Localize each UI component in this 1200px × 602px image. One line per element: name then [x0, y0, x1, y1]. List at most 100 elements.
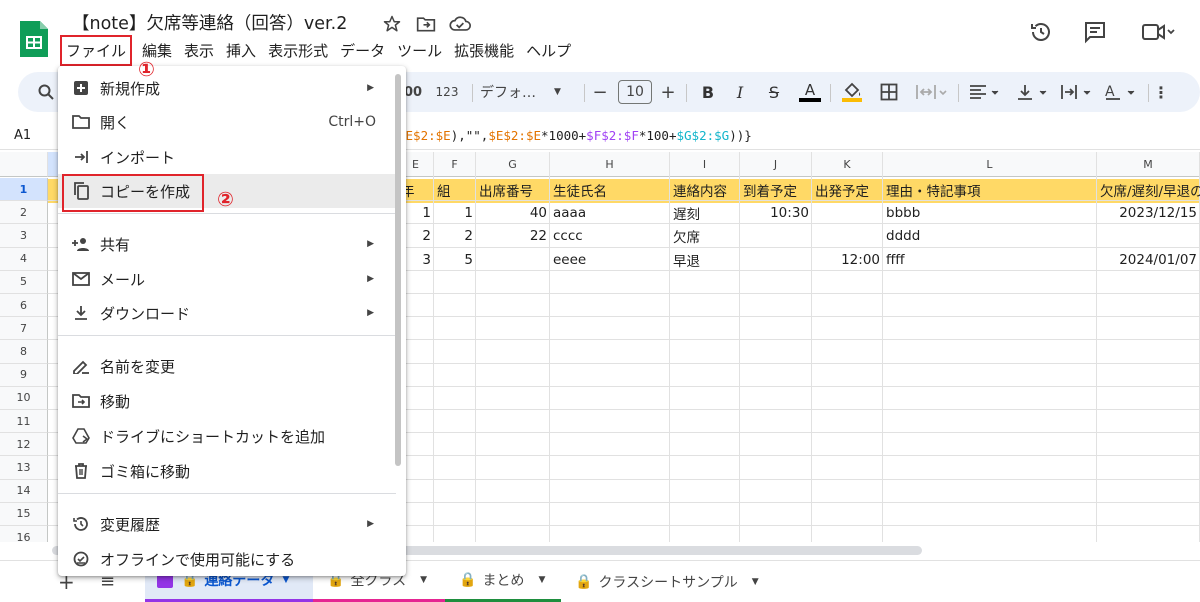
menu-format[interactable]: 表示形式 — [262, 36, 334, 65]
row-header[interactable]: 10 — [0, 386, 48, 410]
table-cell[interactable]: 2024/01/07 — [1097, 249, 1200, 271]
header-cell[interactable]: 欠席/遅刻/早退の — [1097, 179, 1200, 201]
row-header[interactable]: 4 — [0, 247, 48, 271]
text-color-icon[interactable]: A — [798, 80, 822, 104]
row-header[interactable]: 13 — [0, 456, 48, 480]
font-size-increase-button[interactable]: + — [658, 80, 678, 104]
row-header[interactable]: 2 — [0, 201, 48, 225]
text-rotation-icon[interactable]: A — [1102, 80, 1142, 104]
row-header[interactable]: 3 — [0, 224, 48, 248]
menu-item-person-add[interactable]: 共有 ▶ — [58, 227, 396, 261]
table-cell[interactable] — [1097, 225, 1200, 247]
table-cell[interactable] — [476, 249, 550, 271]
column-header[interactable]: G — [476, 152, 550, 177]
row-header[interactable]: 9 — [0, 363, 48, 387]
table-cell[interactable] — [812, 225, 883, 247]
font-size-decrease-button[interactable]: − — [590, 80, 610, 104]
header-cell[interactable]: 到着予定 — [740, 179, 812, 201]
row-header[interactable]: 11 — [0, 410, 48, 434]
column-header[interactable]: F — [434, 152, 476, 177]
menu-item-folder[interactable]: 開く Ctrl+O — [58, 105, 396, 139]
font-family-select[interactable]: デフォ… ▼ — [480, 80, 576, 104]
table-cell[interactable] — [812, 202, 883, 224]
table-cell[interactable]: 5 — [434, 249, 476, 271]
table-cell[interactable]: eeee — [550, 249, 670, 271]
menu-item-trash[interactable]: ゴミ箱に移動 — [58, 454, 396, 488]
table-cell[interactable]: aaaa — [550, 202, 670, 224]
column-header[interactable]: K — [812, 152, 883, 177]
header-cell[interactable]: 出席番号 — [476, 179, 550, 201]
menu-file[interactable]: ファイル — [60, 34, 133, 66]
table-cell[interactable]: 22 — [476, 225, 550, 247]
cloud-saved-icon[interactable] — [448, 12, 472, 36]
menu-item-history[interactable]: 変更履歴 ▶ — [58, 507, 396, 541]
search-menus-icon[interactable] — [34, 80, 58, 104]
menu-scrollbar[interactable] — [395, 74, 401, 466]
row-header[interactable]: 5 — [0, 270, 48, 294]
table-cell[interactable] — [740, 225, 812, 247]
fill-color-icon[interactable] — [840, 80, 864, 104]
column-header[interactable]: M — [1097, 152, 1200, 177]
column-header[interactable]: I — [670, 152, 740, 177]
bold-icon[interactable]: B — [698, 80, 718, 104]
table-cell[interactable]: 欠席 — [670, 225, 740, 247]
move-folder-icon[interactable] — [414, 12, 438, 36]
table-cell[interactable]: 1 — [434, 202, 476, 224]
select-all-corner[interactable] — [0, 152, 48, 177]
menu-tools[interactable]: ツール — [391, 36, 448, 65]
menu-insert[interactable]: 挿入 — [220, 36, 262, 65]
table-cell[interactable]: dddd — [883, 225, 1097, 247]
text-wrapping-icon[interactable] — [1058, 80, 1098, 104]
row-header[interactable]: 1 — [0, 178, 48, 202]
column-header[interactable]: L — [883, 152, 1097, 177]
menu-item-move-folder[interactable]: 移動 — [58, 384, 396, 418]
italic-icon[interactable]: I — [730, 80, 750, 104]
menu-item-import[interactable]: インポート — [58, 140, 396, 174]
menu-item-download[interactable]: ダウンロード ▶ — [58, 296, 396, 330]
row-header[interactable]: 12 — [0, 433, 48, 457]
menu-help[interactable]: ヘルプ — [520, 36, 577, 65]
header-cell[interactable]: 理由・特記事項 — [883, 179, 1097, 201]
meet-video-icon[interactable] — [1138, 18, 1178, 46]
comments-icon[interactable] — [1081, 18, 1109, 46]
column-header[interactable]: H — [550, 152, 670, 177]
vertical-align-icon[interactable] — [1014, 80, 1054, 104]
header-cell[interactable]: 組 — [434, 179, 476, 201]
table-cell[interactable]: 2 — [434, 225, 476, 247]
column-header[interactable]: J — [740, 152, 812, 177]
menu-extensions[interactable]: 拡張機能 — [448, 36, 520, 65]
number-format-button[interactable]: 123 — [432, 80, 462, 104]
font-size-input[interactable]: 10 — [618, 80, 652, 104]
header-cell[interactable]: 生徒氏名 — [550, 179, 670, 201]
more-options-icon[interactable]: ⋮ — [1153, 80, 1169, 104]
formula-input[interactable]: $E$2:$E),"",$E$2:$E*1000+$F$2:$F*100+$G$… — [398, 128, 752, 143]
menu-item-plus-box[interactable]: 新規作成 ▶ — [58, 71, 396, 105]
table-cell[interactable]: 遅刻 — [670, 202, 740, 224]
table-cell[interactable]: bbbb — [883, 202, 1097, 224]
table-cell[interactable]: 10:30 — [740, 202, 812, 224]
sheets-logo-icon[interactable] — [18, 19, 50, 59]
document-title[interactable]: 【note】欠席等連絡（回答）ver.2 — [72, 10, 347, 35]
row-header[interactable]: 6 — [0, 294, 48, 318]
menu-data[interactable]: データ — [334, 36, 391, 65]
star-icon[interactable] — [380, 12, 404, 36]
header-cell[interactable]: 連絡内容 — [670, 179, 740, 201]
menu-item-drive-shortcut[interactable]: ドライブにショートカットを追加 — [58, 419, 396, 453]
row-header[interactable]: 7 — [0, 317, 48, 341]
table-cell[interactable]: 早退 — [670, 249, 740, 271]
sheet-tab[interactable]: 🔒 クラスシートサンプル ▼ — [561, 561, 787, 602]
menu-item-mail[interactable]: メール ▶ — [58, 262, 396, 296]
table-cell[interactable]: 40 — [476, 202, 550, 224]
header-cell[interactable]: 出発予定 — [812, 179, 883, 201]
merge-cells-icon[interactable] — [912, 80, 952, 104]
row-header[interactable]: 8 — [0, 340, 48, 364]
row-header[interactable]: 15 — [0, 502, 48, 526]
menu-item-rename[interactable]: 名前を変更 — [58, 349, 396, 383]
table-cell[interactable]: 12:00 — [812, 249, 883, 271]
horizontal-align-icon[interactable] — [966, 80, 1006, 104]
strikethrough-icon[interactable]: S — [764, 80, 784, 104]
table-cell[interactable] — [740, 249, 812, 271]
table-cell[interactable]: ffff — [883, 249, 1097, 271]
table-cell[interactable]: 2023/12/15 — [1097, 202, 1200, 224]
table-cell[interactable]: cccc — [550, 225, 670, 247]
